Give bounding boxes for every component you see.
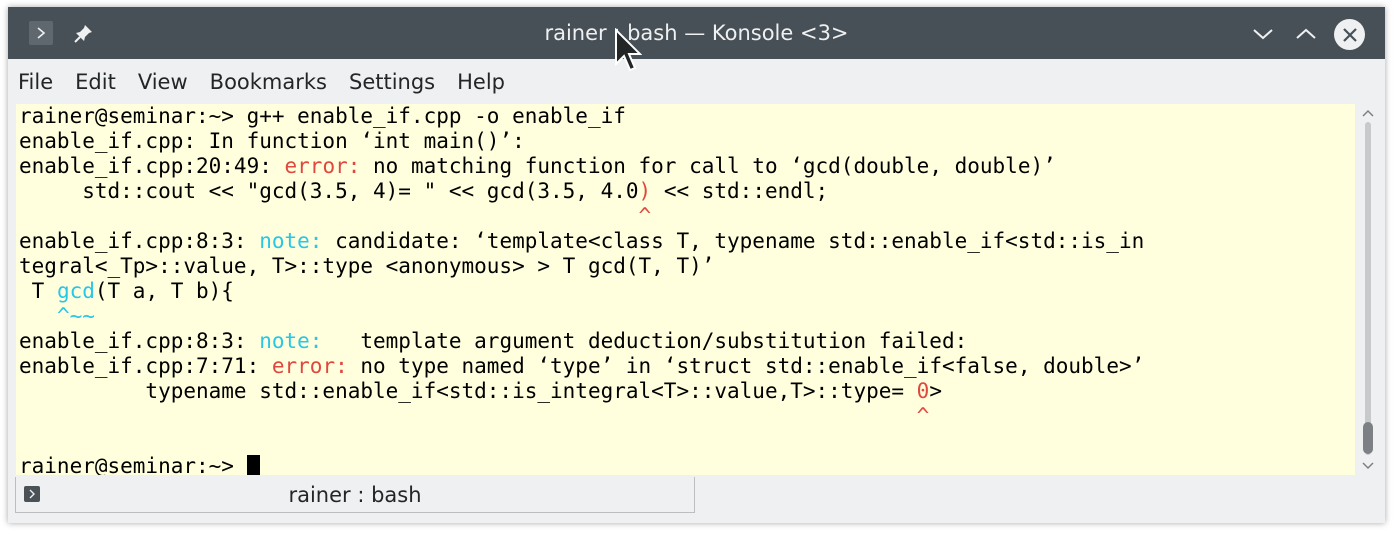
terminal-line: enable_if.cpp:8:3: note: template argume… xyxy=(19,329,1355,354)
menu-view[interactable]: View xyxy=(138,70,188,94)
terminal-line: rainer@seminar:~> g++ enable_if.cpp -o e… xyxy=(19,104,1355,129)
terminal-text: enable_if.cpp:7:71: xyxy=(19,354,272,378)
tab-label: rainer : bash xyxy=(288,483,422,507)
terminal-line: ^ xyxy=(19,204,1355,229)
scrollbar-thumb[interactable] xyxy=(1363,422,1373,454)
terminal-text: (T a, T b){ xyxy=(94,279,234,303)
terminal-line: enable_if.cpp:20:49: error: no matching … xyxy=(19,154,1355,179)
error-text: ^ xyxy=(916,404,930,428)
menu-bookmarks[interactable]: Bookmarks xyxy=(210,70,327,94)
note-text: gcd xyxy=(56,279,95,303)
terminal-text: typename std::enable_if<std::is_integral… xyxy=(19,379,917,403)
error-text: 0 xyxy=(916,379,930,403)
terminal-line: tegral<_Tp>::value, T>::type <anonymous>… xyxy=(19,254,1355,279)
scroll-up-icon[interactable] xyxy=(1361,108,1375,118)
close-button[interactable] xyxy=(1334,19,1365,50)
error-text: error: xyxy=(271,354,348,378)
terminal-text: enable_if.cpp:8:3: xyxy=(19,229,260,253)
terminal-text: candidate: ‘template<class T, typename s… xyxy=(322,229,1145,253)
terminal-line: rainer@seminar:~> xyxy=(19,454,1355,475)
note-text: ^~~ xyxy=(56,304,95,328)
terminal-text: << std::endl; xyxy=(651,179,829,203)
terminal-line: enable_if.cpp:7:71: error: no type named… xyxy=(19,354,1355,379)
menu-bar: File Edit View Bookmarks Settings Help xyxy=(8,67,1385,97)
scrollbar-track[interactable] xyxy=(1365,122,1371,455)
text-cursor xyxy=(246,455,260,475)
note-text: note: xyxy=(259,329,323,353)
title-bar[interactable]: rainer : bash — Konsole <3> xyxy=(8,7,1385,59)
minimize-button[interactable] xyxy=(1248,19,1278,49)
chevron-down-icon xyxy=(1253,29,1273,40)
error-text: ) xyxy=(638,179,652,203)
chevron-up-icon xyxy=(1296,28,1316,39)
konsole-window: rainer : bash — Konsole <3> File Edit Vi… xyxy=(8,7,1385,523)
terminal-line: T gcd(T a, T b){ xyxy=(19,279,1355,304)
scroll-down-icon[interactable] xyxy=(1361,461,1375,471)
terminal-line: std::cout << "gcd(3.5, 4)= " << gcd(3.5,… xyxy=(19,179,1355,204)
window-title: rainer : bash — Konsole <3> xyxy=(544,21,849,45)
terminal-line: enable_if.cpp: In function ‘int main()’: xyxy=(19,129,1355,154)
scrollbar[interactable] xyxy=(1358,104,1378,475)
maximize-button[interactable] xyxy=(1291,19,1321,49)
terminal-line: typename std::enable_if<std::is_integral… xyxy=(19,379,1355,404)
terminal-output[interactable]: rainer@seminar:~> g++ enable_if.cpp -o e… xyxy=(16,104,1355,475)
terminal-text: enable_if.cpp:20:49: xyxy=(19,154,285,178)
terminal-text: > xyxy=(929,379,942,403)
terminal-text: enable_if.cpp: In function ‘int main()’: xyxy=(19,129,525,153)
error-text: error: xyxy=(284,154,361,178)
terminal-text: enable_if.cpp:8:3: xyxy=(19,329,260,353)
menu-file[interactable]: File xyxy=(18,70,53,94)
menu-help[interactable]: Help xyxy=(457,70,505,94)
terminal-text: T xyxy=(19,279,57,303)
tab-bar: rainer : bash xyxy=(8,477,1385,523)
menu-edit[interactable]: Edit xyxy=(75,70,116,94)
terminal-text: std::cout << "gcd(3.5, 4)= " << gcd(3.5,… xyxy=(19,179,639,203)
terminal-text: rainer@seminar:~> xyxy=(19,454,247,475)
terminal-text: template argument deduction/substitution… xyxy=(322,329,968,353)
terminal-text: no type named ‘type’ in ‘struct std::ena… xyxy=(347,354,1145,378)
menu-settings[interactable]: Settings xyxy=(349,70,435,94)
close-icon xyxy=(1342,27,1357,42)
terminal-line: ^~~ xyxy=(19,304,1355,329)
note-text: note: xyxy=(259,229,323,253)
terminal-text: tegral<_Tp>::value, T>::type <anonymous>… xyxy=(19,254,715,278)
terminal-text: no matching function for call to ‘gcd(do… xyxy=(360,154,1056,178)
error-text: ^ xyxy=(638,204,652,228)
mouse-cursor-icon xyxy=(615,28,642,72)
terminal-text: rainer@seminar:~> g++ enable_if.cpp -o e… xyxy=(19,104,626,128)
terminal-line: enable_if.cpp:8:3: note: candidate: ‘tem… xyxy=(19,229,1355,254)
tab-rainer-bash[interactable]: rainer : bash xyxy=(15,477,695,513)
terminal-line: ^ xyxy=(19,404,1355,429)
